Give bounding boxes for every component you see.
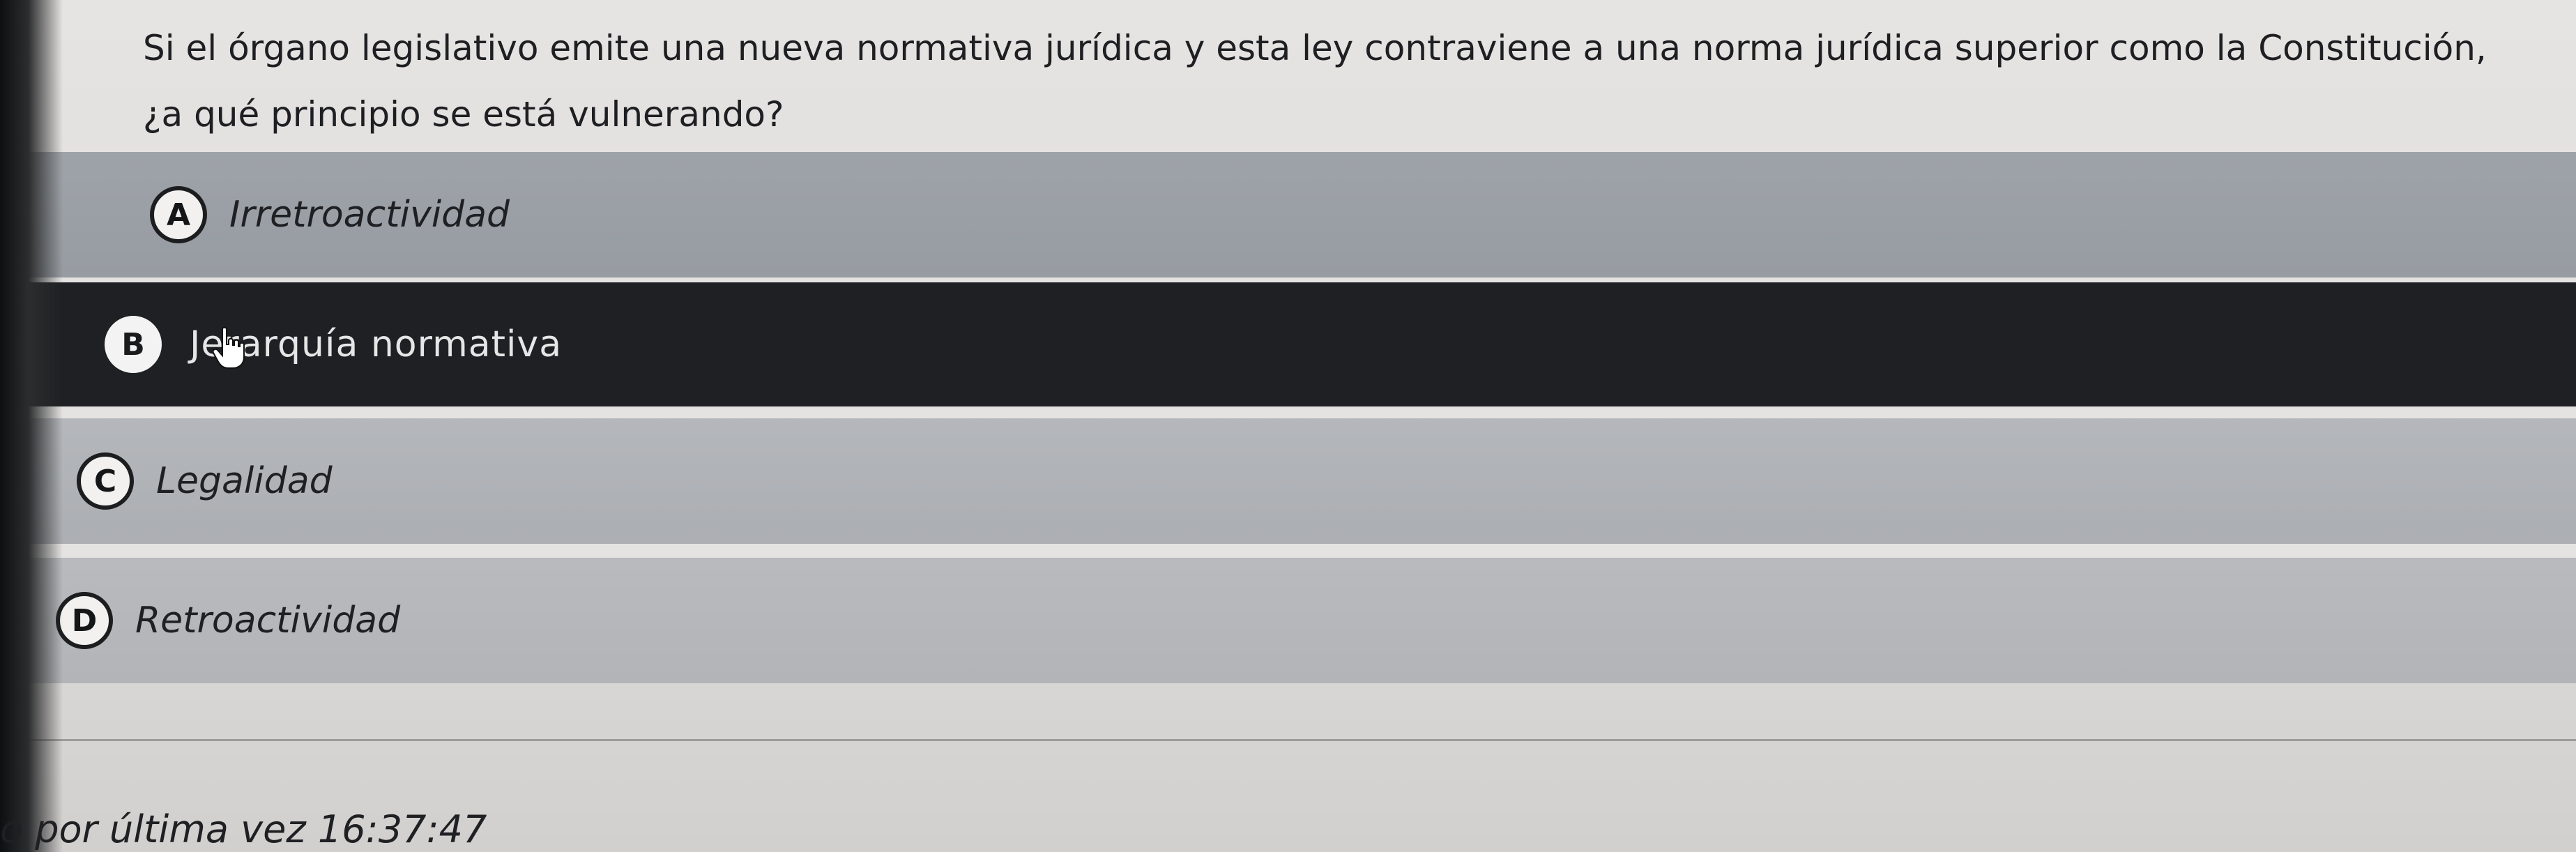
option-gap xyxy=(0,406,2576,418)
divider xyxy=(0,739,2576,741)
option-label: Legalidad xyxy=(156,460,333,502)
option-label: Irretroactividad xyxy=(229,194,510,236)
question-text: Si el órgano legislativo emite una nueva… xyxy=(143,28,2487,135)
option-label: Retroactividad xyxy=(135,600,401,641)
option-gap xyxy=(0,544,2576,558)
option-gap xyxy=(0,277,2576,282)
option-letter-badge: D xyxy=(56,592,113,649)
option-letter-badge: B xyxy=(105,316,162,373)
option-letter-badge: C xyxy=(77,452,134,510)
option-c[interactable]: C Legalidad xyxy=(0,418,2576,544)
option-letter-badge: A xyxy=(150,186,207,243)
option-b-selected[interactable]: B Jerarquía normativa xyxy=(0,282,2576,406)
option-a[interactable]: A Irretroactividad xyxy=(0,152,2576,277)
option-d[interactable]: D Retroactividad xyxy=(0,558,2576,683)
screen-edge-shadow xyxy=(0,0,63,852)
hand-pointer-icon xyxy=(213,326,245,369)
last-saved-text: o por última vez 16:37:47 xyxy=(0,807,487,851)
option-label: Jerarquía normativa xyxy=(190,324,563,365)
